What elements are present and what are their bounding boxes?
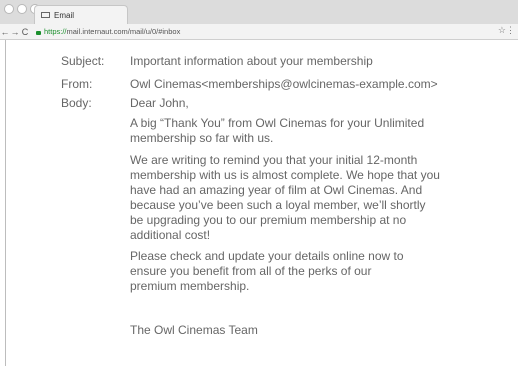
browser-toolbar: ← → C https:// mail.internaut.com/mail/u… [0, 24, 518, 40]
signature-text: The Owl Cinemas Team [130, 323, 258, 337]
title-bar: Email [0, 0, 518, 24]
body-paragraph-1: A big “Thank You” from Owl Cinemas for y… [130, 116, 425, 145]
bookmark-star-icon[interactable]: ☆ [498, 25, 506, 36]
from-label: From: [61, 77, 93, 91]
body-paragraph-2: We are writing to remind you that your i… [130, 153, 440, 242]
menu-dots-icon[interactable]: ⋮ [506, 25, 515, 36]
mail-icon [41, 12, 50, 18]
url-path: mail.internaut.com/mail/u/0/#inbox [66, 27, 181, 36]
back-arrow-icon[interactable]: ← [0, 25, 10, 39]
body-paragraph-3: Please check and update your details onl… [130, 249, 404, 293]
body-label: Body: [61, 96, 92, 110]
lock-icon [36, 30, 41, 35]
subject-text: Important information about your members… [130, 54, 373, 68]
browser-tab[interactable]: Email [34, 5, 128, 24]
left-divider [5, 40, 6, 366]
forward-arrow-icon[interactable]: → [10, 25, 20, 39]
subject-label: Subject: [61, 54, 105, 68]
tab-title: Email [54, 10, 75, 20]
address-bar[interactable]: https:// mail.internaut.com/mail/u/0/#in… [36, 27, 180, 36]
close-window-button[interactable] [4, 4, 14, 14]
url-protocol: https:// [44, 27, 67, 36]
reload-icon[interactable]: C [20, 25, 30, 39]
minimize-window-button[interactable] [17, 4, 27, 14]
email-view: Subject: Important information about you… [0, 40, 518, 366]
from-text: Owl Cinemas<memberships@owlcinemas-examp… [130, 77, 438, 91]
greeting-text: Dear John, [130, 96, 189, 110]
